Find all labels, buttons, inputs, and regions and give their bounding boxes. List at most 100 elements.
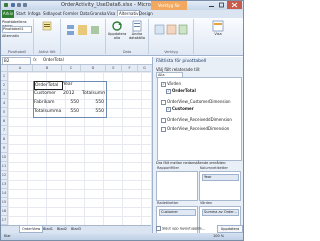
row-header-14[interactable]: 14	[1, 189, 8, 198]
show-label: Visa	[214, 32, 222, 36]
context-tab-pivot-tools: Verktyg för pivottabell	[151, 1, 187, 17]
values-chip-sum[interactable]: Summa av Order...	[202, 209, 239, 216]
tab-data[interactable]: Data	[80, 11, 90, 16]
pivot-row-item[interactable]: Fabrikam	[34, 99, 61, 107]
tab-review[interactable]: Granska	[90, 11, 107, 16]
row-header-17[interactable]: 17	[1, 216, 8, 225]
checkbox-icon[interactable]	[161, 99, 166, 105]
spreadsheet-grid[interactable]: A B C D E F G 1 2 3 4 5 6 7 8 9 10 11 12…	[1, 65, 151, 225]
tab-options[interactable]: Alternativ	[117, 10, 141, 16]
tab-insert[interactable]: Infoga	[28, 11, 41, 16]
actions-buttons[interactable]	[152, 23, 190, 43]
pivot-row-item-value[interactable]: 550	[62, 99, 80, 107]
sheet-tab-blad1[interactable]: Blad1	[41, 226, 55, 232]
row-header-9[interactable]: 9	[1, 144, 8, 153]
row-header-11[interactable]: 11	[1, 162, 8, 171]
row-header-7[interactable]: 7	[1, 126, 8, 135]
row-header-15[interactable]: 15	[1, 198, 8, 207]
column-header-e[interactable]: E	[106, 65, 122, 72]
column-header-d[interactable]: D	[81, 65, 106, 72]
sheet-tab-blad3[interactable]: Blad3	[69, 226, 83, 232]
checkbox-icon[interactable]	[156, 226, 161, 231]
pivot-year-header[interactable]: 2012	[63, 90, 79, 98]
status-bar: Klar 100 %	[1, 233, 243, 240]
pivot-row-item-total[interactable]: 550	[81, 99, 105, 107]
column-header-g[interactable]: G	[138, 65, 151, 72]
pivot-column-label[interactable]: Year	[63, 81, 80, 89]
field-item-customer-dimension[interactable]: OrderView_CustomerDimension	[161, 99, 231, 105]
sheet-tab-orderview[interactable]: OrderView	[19, 226, 44, 233]
zoom-level[interactable]: 100 %	[213, 233, 224, 240]
options-button[interactable]: Alternativ	[2, 34, 19, 38]
checkbox-icon[interactable]	[161, 126, 166, 132]
tab-page-layout[interactable]: Sidlayout	[43, 11, 62, 16]
column-header-b[interactable]: B	[33, 65, 62, 72]
report-filter-area[interactable]	[156, 171, 198, 201]
row-labels-label: Radetiketter	[157, 201, 179, 205]
maximize-button[interactable]	[217, 1, 226, 9]
save-icon[interactable]	[11, 3, 15, 7]
pivot-grand-total-value[interactable]: 550	[81, 108, 105, 116]
row-labels-area[interactable]: Customer	[156, 206, 198, 236]
field-item-values[interactable]: ✓ Värden	[161, 81, 181, 87]
show-button[interactable]: Visa	[204, 20, 232, 36]
minimize-button[interactable]	[207, 1, 216, 9]
formula-content[interactable]: OrderTotal	[43, 57, 64, 62]
field-settings-button[interactable]	[36, 21, 58, 31]
row-header-8[interactable]: 8	[1, 135, 8, 144]
tab-formulas[interactable]: Formler	[63, 11, 78, 16]
field-item-customer[interactable]: ✓ Customer	[166, 106, 194, 112]
grouping-buttons[interactable]	[64, 23, 102, 43]
group-active-field-caption: Aktivt fält	[38, 50, 56, 54]
row-header-13[interactable]: 13	[1, 180, 8, 189]
pivot-grand-value[interactable]: 550	[62, 108, 80, 116]
row-chip-customer[interactable]: Customer	[159, 209, 196, 216]
status-ready: Klar	[4, 234, 11, 238]
row-header-6[interactable]: 6	[1, 117, 8, 126]
select-all-corner[interactable]	[1, 65, 8, 72]
pivot-name-input[interactable]: Pivottabell1	[2, 26, 32, 33]
row-header-10[interactable]: 10	[1, 153, 8, 162]
change-data-source-button[interactable]: Ändra datakälla	[127, 20, 147, 40]
row-header-3[interactable]: 3	[1, 90, 8, 99]
column-labels-area[interactable]: Year	[199, 171, 241, 201]
tab-design[interactable]: Design	[139, 11, 153, 16]
field-item-receivedd-dimension[interactable]: OrderView_ReceiveddDimension	[161, 117, 232, 123]
close-button[interactable]	[227, 1, 242, 9]
row-header-1[interactable]: 1	[1, 72, 8, 81]
checkbox-icon[interactable]: ✓	[166, 88, 171, 94]
defer-layout-update[interactable]: Skjut upp layoutuppda...	[156, 226, 205, 231]
drag-fields-label: Dra fält mellan nedanstående områden:	[156, 161, 227, 165]
undo-icon[interactable]	[17, 3, 21, 7]
pivot-grand-total-row[interactable]: Totalsumma	[34, 108, 61, 116]
field-settings-icon	[42, 21, 52, 31]
row-header-4[interactable]: 4	[1, 99, 8, 108]
pivot-values-header[interactable]: OrderTotal	[34, 81, 63, 90]
fx-label[interactable]: fx	[33, 57, 37, 62]
checkbox-icon[interactable]	[161, 117, 166, 123]
sheet-tab-blad2[interactable]: Blad2	[55, 226, 69, 232]
row-header-2[interactable]: 2	[1, 81, 8, 90]
tab-home[interactable]: Start	[16, 11, 26, 16]
column-header-f[interactable]: F	[122, 65, 138, 72]
field-item-ordertotal[interactable]: ✓ OrderTotal	[166, 88, 196, 94]
column-header-c[interactable]: C	[62, 65, 81, 72]
column-chip-year[interactable]: Year	[202, 174, 239, 181]
redo-icon[interactable]	[23, 3, 27, 7]
refresh-all-button[interactable]: Uppdatera alla	[107, 20, 127, 40]
update-button[interactable]: Uppdatera	[217, 225, 243, 233]
field-list[interactable]: ✓ Värden ✓ OrderTotal OrderView_CustomerDi…	[157, 77, 242, 161]
checkbox-icon[interactable]: ✓	[166, 106, 171, 112]
row-header-16[interactable]: 16	[1, 207, 8, 216]
checkbox-icon[interactable]: ✓	[161, 81, 166, 87]
row-header-12[interactable]: 12	[1, 171, 8, 180]
tab-file[interactable]: Arkiv	[2, 10, 14, 18]
tab-view[interactable]: Visa	[107, 11, 115, 16]
field-item-received-dimension[interactable]: OrderView_ReceivedDimension	[161, 126, 229, 132]
pivot-grand-total-column[interactable]: Totalsumma	[82, 90, 105, 98]
pivot-row-label[interactable]: Customer	[34, 90, 61, 98]
column-header-a[interactable]: A	[8, 65, 33, 72]
row-header-5[interactable]: 5	[1, 108, 8, 117]
name-box[interactable]: B2	[2, 57, 31, 65]
grouping-icons	[67, 25, 99, 35]
